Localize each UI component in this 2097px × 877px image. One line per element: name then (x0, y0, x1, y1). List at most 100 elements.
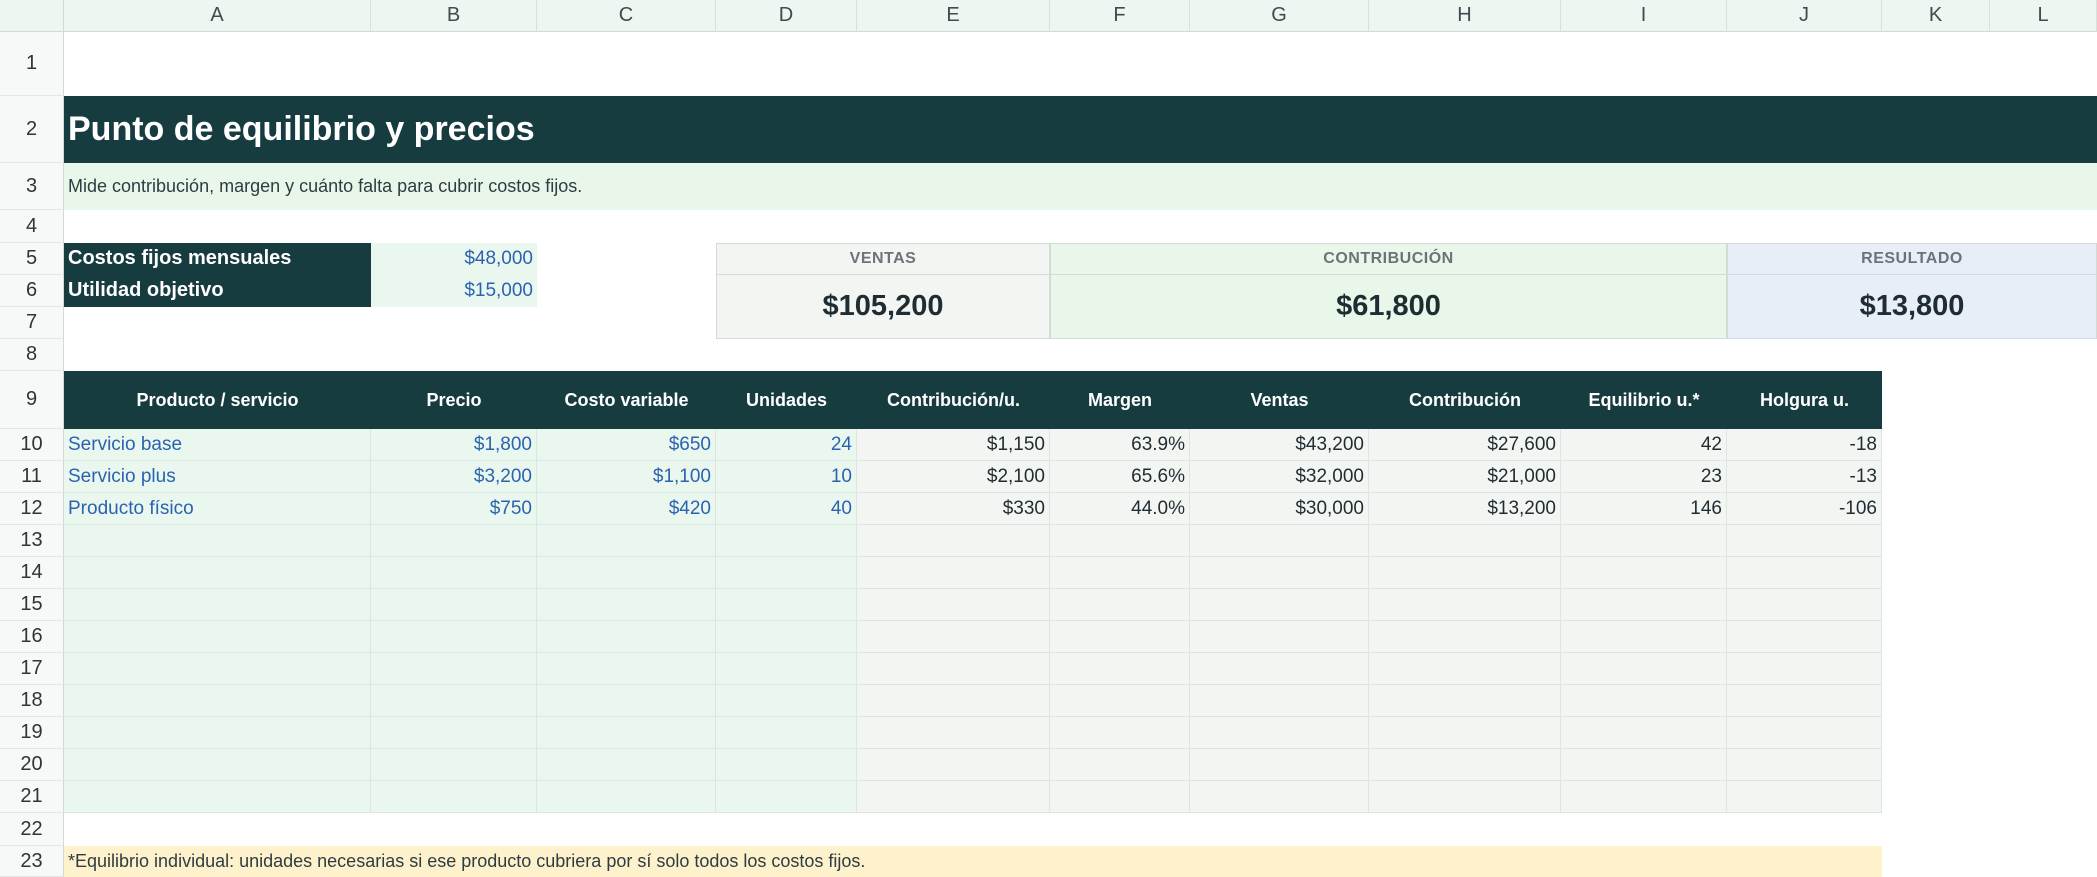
table-input-cell[interactable]: 10 (716, 461, 857, 493)
table-input-cell[interactable] (537, 749, 716, 781)
row-header-20[interactable]: 20 (0, 749, 64, 781)
table-input-cell[interactable]: Servicio base (64, 429, 371, 461)
param-value-input[interactable]: $15,000 (371, 275, 537, 307)
table-calc-cell[interactable] (1050, 781, 1190, 813)
table-calc-cell[interactable] (1050, 621, 1190, 653)
table-calc-cell[interactable] (1369, 589, 1561, 621)
table-calc-cell[interactable] (1369, 781, 1561, 813)
table-input-cell[interactable] (537, 653, 716, 685)
column-header-g[interactable]: G (1190, 0, 1369, 32)
table-input-cell[interactable] (371, 653, 537, 685)
table-input-cell[interactable] (371, 749, 537, 781)
table-calc-cell[interactable]: $2,100 (857, 461, 1050, 493)
table-calc-cell[interactable]: 42 (1561, 429, 1727, 461)
row-header-2[interactable]: 2 (0, 96, 64, 163)
table-calc-cell[interactable] (1190, 685, 1369, 717)
table-calc-cell[interactable]: $1,150 (857, 429, 1050, 461)
row-header-6[interactable]: 6 (0, 275, 64, 307)
column-header-i[interactable]: I (1561, 0, 1727, 32)
table-header-cell[interactable]: Producto / servicio (64, 371, 371, 429)
table-input-cell[interactable] (64, 749, 371, 781)
table-calc-cell[interactable] (1561, 781, 1727, 813)
table-input-cell[interactable]: Producto físico (64, 493, 371, 525)
row-header-17[interactable]: 17 (0, 653, 64, 685)
table-calc-cell[interactable] (1727, 685, 1882, 717)
row-header-14[interactable]: 14 (0, 557, 64, 589)
table-calc-cell[interactable]: $21,000 (1369, 461, 1561, 493)
row-header-22[interactable]: 22 (0, 813, 64, 846)
row-header-11[interactable]: 11 (0, 461, 64, 493)
table-calc-cell[interactable] (1561, 653, 1727, 685)
table-input-cell[interactable] (371, 717, 537, 749)
table-input-cell[interactable] (64, 717, 371, 749)
table-input-cell[interactable]: 24 (716, 429, 857, 461)
table-input-cell[interactable] (716, 653, 857, 685)
table-calc-cell[interactable] (1190, 525, 1369, 557)
table-input-cell[interactable] (371, 781, 537, 813)
table-input-cell[interactable] (537, 781, 716, 813)
table-input-cell[interactable] (371, 685, 537, 717)
row-header-3[interactable]: 3 (0, 163, 64, 210)
table-input-cell[interactable] (716, 621, 857, 653)
row-header-23[interactable]: 23 (0, 846, 64, 877)
column-header-f[interactable]: F (1050, 0, 1190, 32)
table-input-cell[interactable] (716, 685, 857, 717)
table-input-cell[interactable] (64, 589, 371, 621)
table-calc-cell[interactable] (1727, 717, 1882, 749)
table-calc-cell[interactable] (1561, 685, 1727, 717)
table-input-cell[interactable] (716, 525, 857, 557)
row-header-5[interactable]: 5 (0, 243, 64, 275)
table-calc-cell[interactable] (1369, 749, 1561, 781)
table-calc-cell[interactable] (857, 717, 1050, 749)
table-calc-cell[interactable] (1050, 589, 1190, 621)
table-input-cell[interactable] (537, 717, 716, 749)
table-calc-cell[interactable] (1050, 685, 1190, 717)
table-input-cell[interactable]: $1,100 (537, 461, 716, 493)
table-calc-cell[interactable] (1561, 749, 1727, 781)
table-calc-cell[interactable] (857, 781, 1050, 813)
table-calc-cell[interactable] (857, 621, 1050, 653)
table-input-cell[interactable]: $650 (537, 429, 716, 461)
table-calc-cell[interactable] (1369, 717, 1561, 749)
table-calc-cell[interactable] (857, 557, 1050, 589)
table-calc-cell[interactable]: 44.0% (1050, 493, 1190, 525)
table-header-cell[interactable]: Equilibrio u.* (1561, 371, 1727, 429)
table-calc-cell[interactable] (1050, 749, 1190, 781)
table-header-cell[interactable]: Ventas (1190, 371, 1369, 429)
table-calc-cell[interactable]: $32,000 (1190, 461, 1369, 493)
table-calc-cell[interactable] (1561, 717, 1727, 749)
table-input-cell[interactable] (716, 717, 857, 749)
table-calc-cell[interactable] (1727, 621, 1882, 653)
table-calc-cell[interactable] (1369, 525, 1561, 557)
row-header-4[interactable]: 4 (0, 210, 64, 243)
table-calc-cell[interactable]: $13,200 (1369, 493, 1561, 525)
table-input-cell[interactable] (537, 557, 716, 589)
row-header-8[interactable]: 8 (0, 339, 64, 371)
table-calc-cell[interactable] (1727, 589, 1882, 621)
table-calc-cell[interactable]: -106 (1727, 493, 1882, 525)
table-input-cell[interactable] (537, 589, 716, 621)
table-calc-cell[interactable]: $27,600 (1369, 429, 1561, 461)
table-calc-cell[interactable] (1050, 717, 1190, 749)
column-header-j[interactable]: J (1727, 0, 1882, 32)
table-calc-cell[interactable] (1369, 653, 1561, 685)
table-input-cell[interactable] (371, 525, 537, 557)
table-calc-cell[interactable] (1561, 525, 1727, 557)
table-input-cell[interactable] (64, 781, 371, 813)
param-value-input[interactable]: $48,000 (371, 243, 537, 275)
table-input-cell[interactable]: $1,800 (371, 429, 537, 461)
table-calc-cell[interactable] (857, 589, 1050, 621)
table-calc-cell[interactable]: 23 (1561, 461, 1727, 493)
table-input-cell[interactable] (537, 621, 716, 653)
table-calc-cell[interactable]: -18 (1727, 429, 1882, 461)
table-calc-cell[interactable] (857, 685, 1050, 717)
table-input-cell[interactable] (64, 685, 371, 717)
table-calc-cell[interactable] (1369, 685, 1561, 717)
table-calc-cell[interactable] (1190, 557, 1369, 589)
table-header-cell[interactable]: Costo variable (537, 371, 716, 429)
table-input-cell[interactable]: Servicio plus (64, 461, 371, 493)
table-calc-cell[interactable] (1727, 781, 1882, 813)
table-input-cell[interactable] (371, 621, 537, 653)
table-input-cell[interactable] (716, 781, 857, 813)
table-input-cell[interactable] (64, 621, 371, 653)
